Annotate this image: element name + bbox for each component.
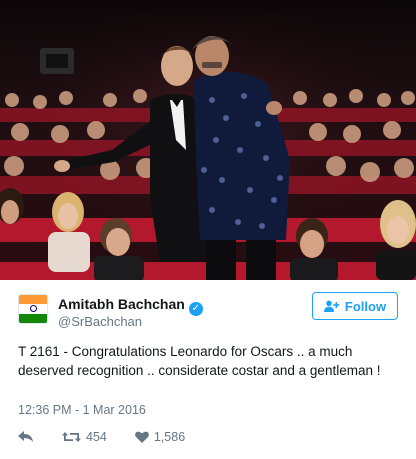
- retweet-count: 454: [86, 430, 107, 444]
- reply-icon: [18, 431, 33, 442]
- tweet-timestamp[interactable]: 12:36 PM - 1 Mar 2016: [18, 403, 146, 417]
- india-flag-avatar[interactable]: [18, 294, 48, 324]
- tweet-card: Amitabh Bachchan ✓ @SrBachchan Follow T 2…: [0, 280, 416, 459]
- flag-saffron-band: [19, 295, 47, 305]
- tweet-embed: Amitabh Bachchan ✓ @SrBachchan Follow T 2…: [0, 0, 416, 459]
- heart-icon: [134, 431, 149, 443]
- verified-badge-icon: ✓: [188, 302, 203, 316]
- theater-scene-image: [0, 0, 416, 280]
- ashoka-chakra-icon: [29, 305, 37, 313]
- tweet-actions: 454 1,586: [18, 428, 213, 446]
- like-count: 1,586: [153, 430, 186, 444]
- add-user-icon: [323, 300, 340, 312]
- tweet-text: T 2161 - Congratulations Leonardo for Os…: [18, 344, 381, 378]
- author-handle[interactable]: @SrBachchan: [58, 314, 142, 329]
- retweet-icon: [62, 432, 81, 442]
- follow-button-label: Follow: [344, 298, 387, 314]
- reply-button[interactable]: [18, 431, 34, 443]
- tweet-photo[interactable]: [0, 0, 416, 280]
- retweet-button[interactable]: 454: [62, 430, 107, 444]
- flag-white-band: [19, 304, 47, 314]
- like-button[interactable]: 1,586: [134, 430, 186, 444]
- author-display-name[interactable]: Amitabh Bachchan: [58, 296, 185, 312]
- flag-green-band: [19, 313, 47, 323]
- author-name-row[interactable]: Amitabh Bachchan ✓: [58, 296, 203, 316]
- follow-button[interactable]: Follow: [312, 292, 398, 320]
